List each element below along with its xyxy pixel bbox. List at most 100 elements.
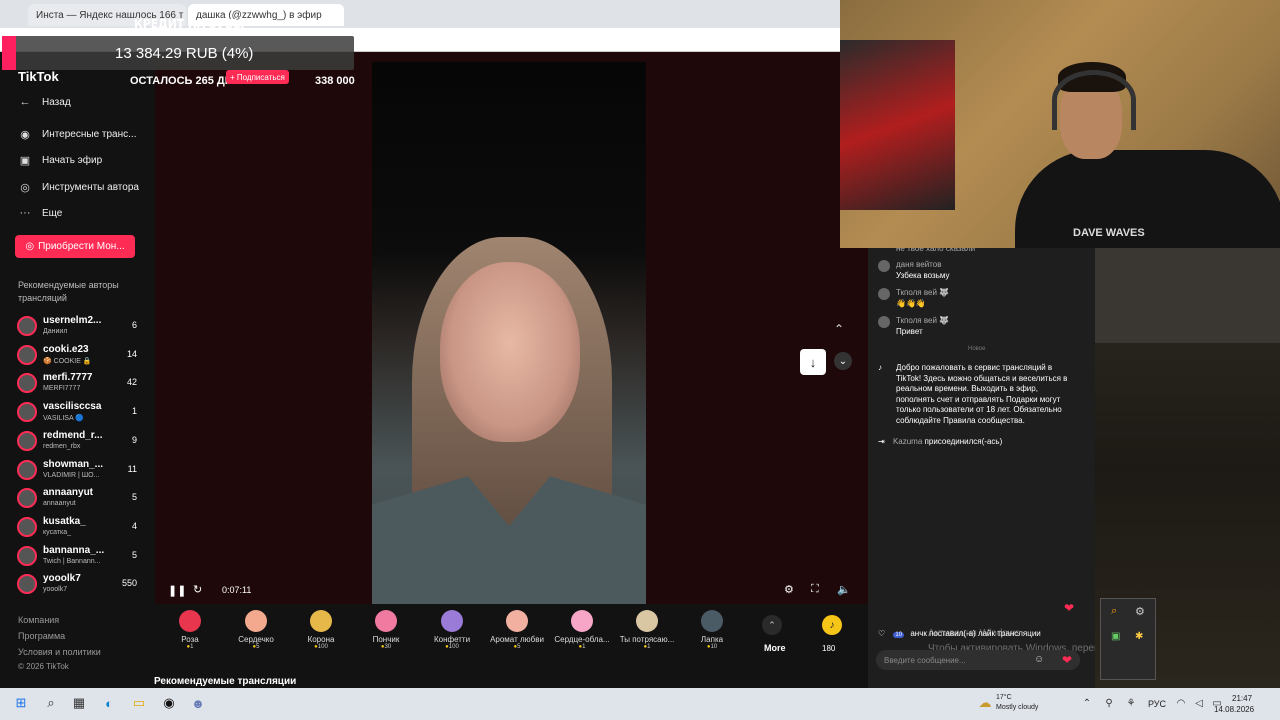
gift-item[interactable]: Сердце-обла... ●1: [550, 610, 614, 650]
windows-start-icon[interactable]: ⊞: [12, 694, 30, 712]
gift-item[interactable]: Аромат любви ●5: [485, 610, 549, 650]
folder-icon[interactable]: ▭: [130, 694, 148, 712]
gift-icon: [441, 610, 463, 632]
more-dots-icon: ···: [19, 207, 31, 219]
gift-price: ●100: [289, 644, 353, 650]
creator-item[interactable]: showman_... VLADIMIR | ШО... 11: [17, 458, 137, 484]
refresh-icon[interactable]: ↻: [193, 583, 202, 596]
fullscreen-icon[interactable]: ⛶: [811, 583, 819, 596]
wifi-icon[interactable]: ◠: [1172, 694, 1190, 712]
language-indicator[interactable]: РУС: [1148, 699, 1166, 709]
creator-subtitle: Даниил: [43, 328, 68, 335]
mic-icon[interactable]: ⚘: [1122, 694, 1140, 712]
nav-interesting[interactable]: ◉ Интересные транс...: [18, 127, 136, 141]
chat-message: даня вейтов Узбека возьму: [878, 260, 1078, 280]
search-icon[interactable]: ⌕: [42, 694, 60, 712]
gift-price: ●1: [158, 644, 222, 650]
creator-item[interactable]: yooolk7 yooolk7 550: [17, 572, 137, 598]
volume-icon[interactable]: ◁: [1190, 694, 1208, 712]
app-icon[interactable]: ✱: [1135, 631, 1143, 642]
buy-coins-button[interactable]: ◎ Приобрести Мон...: [15, 235, 135, 258]
gift-price: ●5: [485, 644, 549, 650]
coin-icon[interactable]: ♪: [822, 615, 842, 635]
creator-item[interactable]: vascilisccsa VASILISA 🔵 1: [17, 400, 137, 426]
avatar[interactable]: [878, 260, 890, 272]
chat-join-line: ⇥ Kazuma присоединился(-ась): [878, 437, 1078, 446]
creator-subtitle: redmen_rbx: [43, 442, 81, 450]
creator-item[interactable]: cooki.e23 🍪 COOKIE 🔒 14: [17, 343, 137, 369]
gift-name: Сердце-обла...: [554, 635, 610, 644]
gift-icon: [636, 610, 658, 632]
obs-icon[interactable]: ◉: [160, 694, 178, 712]
weather-icon[interactable]: ☁: [976, 694, 994, 712]
gift-item[interactable]: Конфетти ●100: [420, 610, 484, 650]
nav-label: Интересные транс...: [42, 128, 137, 140]
gift-item[interactable]: Пончик ●30: [354, 610, 418, 650]
creator-name: usernelm2...: [43, 315, 102, 326]
viewer-count: 5: [131, 549, 137, 560]
chat-input[interactable]: Введите сообщение...: [876, 650, 1080, 670]
footer-program[interactable]: Программа: [18, 631, 65, 641]
chat-username[interactable]: Ткполя вей 🐺: [896, 316, 1078, 325]
like-button[interactable]: ❤: [1062, 653, 1072, 667]
donation-amount: 13 384.29 RUB (4%): [115, 45, 254, 62]
clock-date[interactable]: 14.08.2026: [1214, 705, 1254, 714]
footer-company[interactable]: Компания: [18, 615, 59, 625]
creator-item[interactable]: usernelm2... Даниил 6: [17, 314, 137, 340]
footer-terms[interactable]: Условия и политики: [18, 647, 101, 657]
tiktok-logo[interactable]: TikTok: [18, 69, 59, 84]
price-value: 100: [317, 644, 328, 650]
bluetooth-icon[interactable]: ⚲: [1100, 694, 1118, 712]
live-video[interactable]: [372, 62, 646, 604]
creator-name: redmend_r...: [43, 429, 103, 441]
shirt-print: DAVE WAVES: [1073, 227, 1145, 239]
clock-time[interactable]: 21:47: [1232, 694, 1252, 703]
pause-icon[interactable]: ❚❚: [168, 584, 186, 597]
arrow-down-icon: ↓: [809, 354, 817, 370]
chat-username[interactable]: Ткполя вей 🐺: [896, 288, 1078, 297]
nav-back[interactable]: ← Назад: [18, 95, 71, 109]
chevron-up-icon[interactable]: ⌃: [834, 322, 844, 336]
viewer-count: 4: [131, 520, 137, 531]
nav-creator-tools[interactable]: ◎ Инструменты автора: [18, 180, 139, 194]
volume-icon[interactable]: 🔈: [837, 583, 851, 596]
viewer-count: 1: [131, 406, 137, 417]
app-icon[interactable]: ▣: [1111, 631, 1120, 642]
avatar[interactable]: [878, 316, 890, 328]
gear-icon[interactable]: ⚙: [1135, 605, 1145, 618]
chevron-up-icon[interactable]: ⌃: [762, 615, 782, 635]
creator-item[interactable]: kusatka_ кусатка_ 4: [17, 515, 137, 541]
gift-item[interactable]: Роза ●1: [158, 610, 222, 650]
nav-start-live[interactable]: ▣ Начать эфир: [18, 153, 102, 167]
avatar[interactable]: [878, 288, 890, 300]
heart-outline-icon: ♡: [878, 629, 886, 638]
chevron-down-icon[interactable]: ⌄: [834, 352, 852, 370]
creator-item[interactable]: merfi.7777 MERFI7777 42: [17, 371, 137, 397]
search-icon[interactable]: ⌕: [1111, 605, 1117, 618]
emoji-icon[interactable]: ☺: [1034, 654, 1044, 665]
creator-name: vascilisccsa: [43, 401, 102, 413]
creator-item[interactable]: annaanyut annaanyut 5: [17, 486, 137, 512]
discord-icon[interactable]: ☻: [189, 694, 207, 712]
task-view-icon[interactable]: ▦: [70, 694, 88, 712]
creator-item[interactable]: redmend_r... redmen_rbx 9: [17, 429, 137, 455]
gift-item[interactable]: Лапка ●10: [680, 610, 744, 650]
tiktok-icon: ♪: [878, 363, 882, 372]
settings-icon[interactable]: ⚙: [784, 583, 794, 596]
gift-item[interactable]: Ты потрясаю... ●1: [615, 610, 679, 650]
subscribe-button[interactable]: + Подписаться: [226, 70, 289, 84]
creator-item[interactable]: bannanna_... Twich | Bannann... 5: [17, 544, 137, 570]
gift-item[interactable]: Сердечко ●5: [224, 610, 288, 650]
live-icon: ◉: [20, 128, 30, 141]
gift-price: ●30: [354, 644, 418, 650]
scroll-down-button[interactable]: ↓: [800, 349, 826, 375]
join-user[interactable]: Kazuma: [893, 437, 922, 446]
avatar: [17, 402, 37, 423]
edge-icon[interactable]: ◐: [100, 694, 118, 712]
gift-item[interactable]: Корона ●100: [289, 610, 353, 650]
creator-name: bannanna_...: [43, 544, 105, 556]
gifts-more-button[interactable]: More: [764, 643, 786, 653]
nav-more[interactable]: ··· Еще: [18, 206, 63, 220]
chevron-up-icon[interactable]: ⌃: [1078, 694, 1096, 712]
chat-username[interactable]: даня вейтов: [896, 260, 1078, 269]
